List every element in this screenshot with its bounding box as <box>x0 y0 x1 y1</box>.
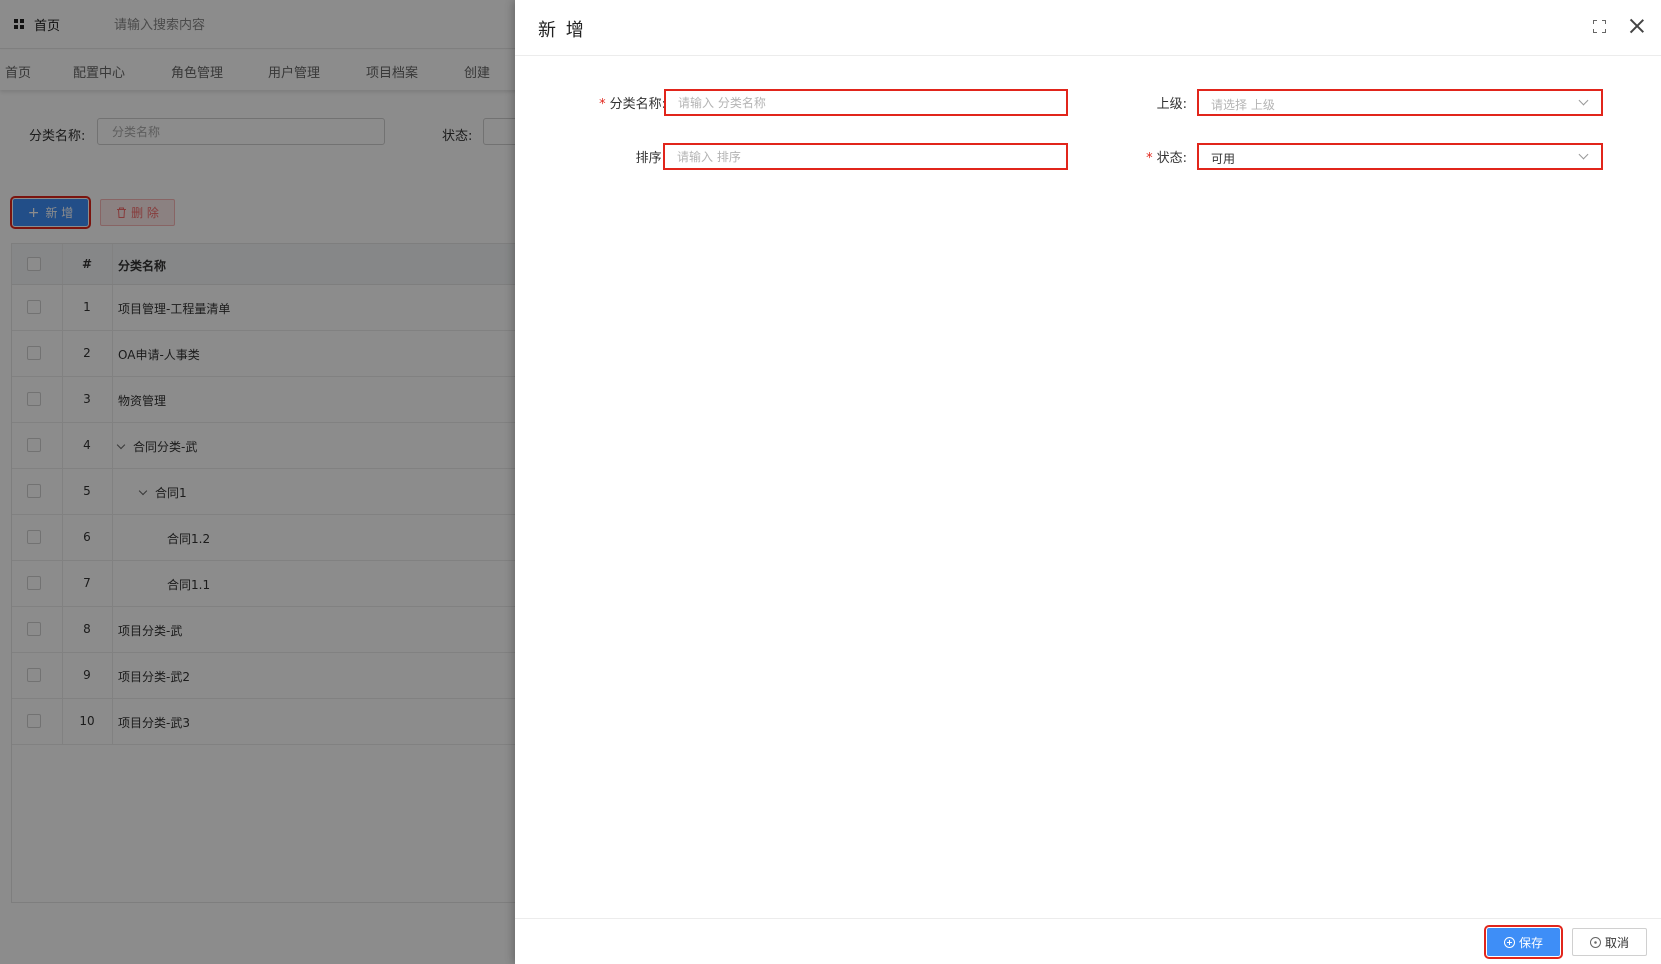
plus-circle-icon <box>1503 936 1515 948</box>
cancel-button-label: 取消 <box>1604 935 1629 950</box>
close-circle-icon <box>1589 936 1601 948</box>
save-button[interactable]: 保存 <box>1484 925 1563 959</box>
status-select[interactable]: 可用 <box>1197 143 1603 170</box>
sort-input[interactable] <box>663 143 1068 170</box>
save-button-label: 保存 <box>1518 935 1543 950</box>
dialog-header: 新 增 <box>515 0 1661 56</box>
parent-select-placeholder: 请选择 上级 <box>1211 98 1275 112</box>
field-sort-label: 排序: <box>635 151 666 166</box>
chevron-down-icon <box>1578 149 1589 160</box>
dialog-title: 新 增 <box>538 20 586 41</box>
cancel-button[interactable]: 取消 <box>1572 928 1647 956</box>
field-name-label: * 分类名称: <box>599 97 666 112</box>
dialog-footer: 保存 取消 <box>515 918 1661 964</box>
fullscreen-icon[interactable] <box>1593 20 1606 33</box>
status-select-value: 可用 <box>1211 152 1236 166</box>
add-category-dialog: 新 增 *分类名称: 上级: 请选择 上级 排序: *状态: 可用 保存 取消 <box>515 0 1661 964</box>
chevron-down-icon <box>1578 95 1589 106</box>
required-mark: * <box>599 97 606 112</box>
close-icon[interactable] <box>1628 17 1646 35</box>
parent-select[interactable]: 请选择 上级 <box>1197 89 1603 116</box>
field-parent-label: 上级: <box>1156 97 1187 112</box>
category-name-input[interactable] <box>664 89 1068 116</box>
modal-overlay[interactable] <box>0 0 515 964</box>
required-mark: * <box>1146 151 1153 166</box>
field-status-label: * 状态: <box>1146 151 1187 166</box>
